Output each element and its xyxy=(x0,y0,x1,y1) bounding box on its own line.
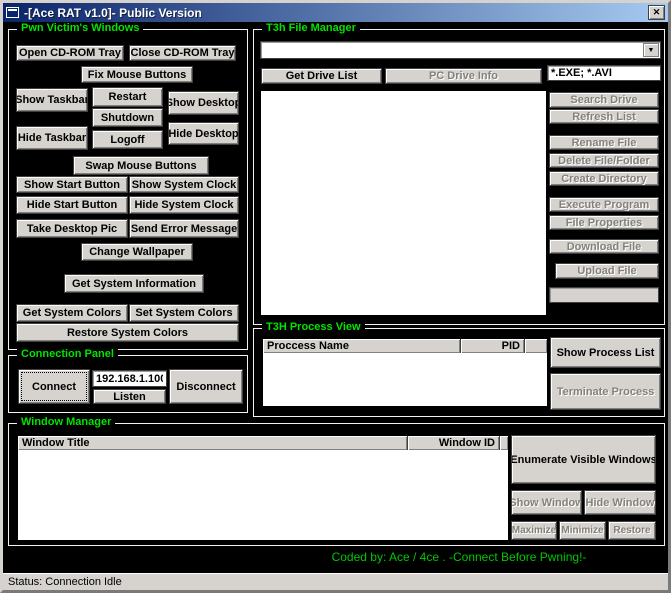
show-process-list-button[interactable]: Show Process List xyxy=(550,337,661,368)
window-title: -[Ace RAT v1.0]- Public Version xyxy=(24,6,202,20)
swap-mouse-buttons-button[interactable]: Swap Mouse Buttons xyxy=(73,156,209,175)
logoff-button[interactable]: Logoff xyxy=(92,130,163,149)
show-desktop-button[interactable]: Show Desktop xyxy=(168,91,239,115)
window-list-header: Window Title Window ID xyxy=(18,436,508,450)
process-listview[interactable]: Proccess Name PID xyxy=(262,338,548,407)
get-system-colors-button[interactable]: Get System Colors xyxy=(16,304,128,322)
app-icon xyxy=(6,7,19,18)
minimize-window-button[interactable]: Minimize xyxy=(559,521,606,540)
file-properties-button[interactable]: File Properties xyxy=(549,215,659,230)
delete-file-folder-button[interactable]: Delete File/Folder xyxy=(549,153,659,168)
disconnect-button[interactable]: Disconnect xyxy=(169,369,243,404)
hide-desktop-button[interactable]: Hide Desktop xyxy=(168,122,239,145)
get-system-information-button[interactable]: Get System Information xyxy=(64,274,204,293)
restore-system-colors-button[interactable]: Restore System Colors xyxy=(16,323,239,342)
close-icon: ✕ xyxy=(653,7,661,18)
process-view-panel: T3H Process View Proccess Name PID Show … xyxy=(253,328,665,417)
header-filler xyxy=(525,339,547,353)
drive-combobox[interactable]: ▼ xyxy=(260,41,661,59)
connection-panel-label: Connection Panel xyxy=(17,348,118,361)
upload-file-button[interactable]: Upload File xyxy=(555,263,659,279)
file-manager-panel-label: T3h File Manager xyxy=(262,22,360,35)
combobox-dropdown-button[interactable]: ▼ xyxy=(643,43,659,57)
rename-file-button[interactable]: Rename File xyxy=(549,135,659,150)
refresh-list-button[interactable]: Refresh List xyxy=(549,109,659,124)
app-window: -[Ace RAT v1.0]- Public Version ✕ Pwn Vi… xyxy=(0,0,671,593)
ip-address-input[interactable] xyxy=(92,370,167,387)
process-view-panel-label: T3H Process View xyxy=(262,321,365,334)
hide-start-button[interactable]: Hide Start Button xyxy=(16,196,128,214)
show-taskbar-button[interactable]: Show Taskbar xyxy=(16,88,88,112)
status-bar: Status: Connection Idle xyxy=(3,573,668,590)
pid-column-header[interactable]: PID xyxy=(461,339,525,353)
connect-button[interactable]: Connect xyxy=(18,369,90,404)
restart-button[interactable]: Restart xyxy=(92,87,163,107)
restore-window-button[interactable]: Restore xyxy=(608,521,656,540)
open-cdrom-button[interactable]: Open CD-ROM Tray xyxy=(16,45,124,61)
send-error-message-button[interactable]: Send Error Message xyxy=(129,219,239,238)
shutdown-button[interactable]: Shutdown xyxy=(92,108,163,127)
enumerate-visible-windows-button[interactable]: Enumerate Visible Windows xyxy=(511,435,656,484)
titlebar[interactable]: -[Ace RAT v1.0]- Public Version ✕ xyxy=(3,3,668,22)
hide-taskbar-button[interactable]: Hide Taskbar xyxy=(16,126,88,150)
connection-panel: Connection Panel Connect Listen Disconne… xyxy=(8,355,248,413)
header-filler xyxy=(500,436,508,450)
status-text: Status: Connection Idle xyxy=(8,576,122,588)
terminate-process-button[interactable]: Terminate Process xyxy=(550,373,661,410)
close-cdrom-button[interactable]: Close CD-ROM Tray xyxy=(129,45,236,61)
execute-program-button[interactable]: Execute Program xyxy=(549,197,659,212)
close-button[interactable]: ✕ xyxy=(648,5,665,20)
file-filter-input[interactable] xyxy=(547,65,661,81)
chevron-down-icon: ▼ xyxy=(648,47,655,54)
set-system-colors-button[interactable]: Set System Colors xyxy=(129,304,239,322)
credit-text: Coded by: Ace / 4ce . -Connect Before Pw… xyxy=(253,550,665,564)
show-system-clock-button[interactable]: Show System Clock xyxy=(129,176,239,193)
hide-system-clock-button[interactable]: Hide System Clock xyxy=(129,196,239,214)
change-wallpaper-button[interactable]: Change Wallpaper xyxy=(81,243,193,261)
listen-button[interactable]: Listen xyxy=(93,389,166,404)
get-drive-list-button[interactable]: Get Drive List xyxy=(261,68,382,84)
window-manager-panel-label: Window Manager xyxy=(17,416,115,429)
create-directory-button[interactable]: Create Directory xyxy=(549,171,659,186)
hide-window-button[interactable]: Hide Window xyxy=(584,490,656,515)
window-listview[interactable]: Window Title Window ID xyxy=(17,435,509,541)
window-title-column-header[interactable]: Window Title xyxy=(18,436,408,450)
pwn-panel: Pwn Victim's Windows Open CD-ROM Tray Cl… xyxy=(8,29,248,350)
file-listbox[interactable] xyxy=(260,90,547,316)
show-window-button[interactable]: Show Window xyxy=(511,490,582,515)
process-list-header: Proccess Name PID xyxy=(263,339,547,353)
window-manager-panel: Window Manager Window Title Window ID En… xyxy=(8,423,665,546)
fix-mouse-buttons-button[interactable]: Fix Mouse Buttons xyxy=(81,66,193,83)
window-id-column-header[interactable]: Window ID xyxy=(408,436,500,450)
download-file-button[interactable]: Download File xyxy=(549,239,659,254)
maximize-window-button[interactable]: Maximize xyxy=(511,521,557,540)
file-manager-panel: T3h File Manager ▼ Get Drive List PC Dri… xyxy=(253,29,665,325)
pwn-panel-label: Pwn Victim's Windows xyxy=(17,22,143,35)
transfer-status-box xyxy=(549,287,659,303)
take-desktop-pic-button[interactable]: Take Desktop Pic xyxy=(16,219,128,238)
pc-drive-info-button[interactable]: PC Drive Info xyxy=(385,68,542,84)
search-drive-button[interactable]: Search Drive xyxy=(549,92,659,108)
process-name-column-header[interactable]: Proccess Name xyxy=(263,339,461,353)
show-start-button[interactable]: Show Start Button xyxy=(16,176,128,193)
